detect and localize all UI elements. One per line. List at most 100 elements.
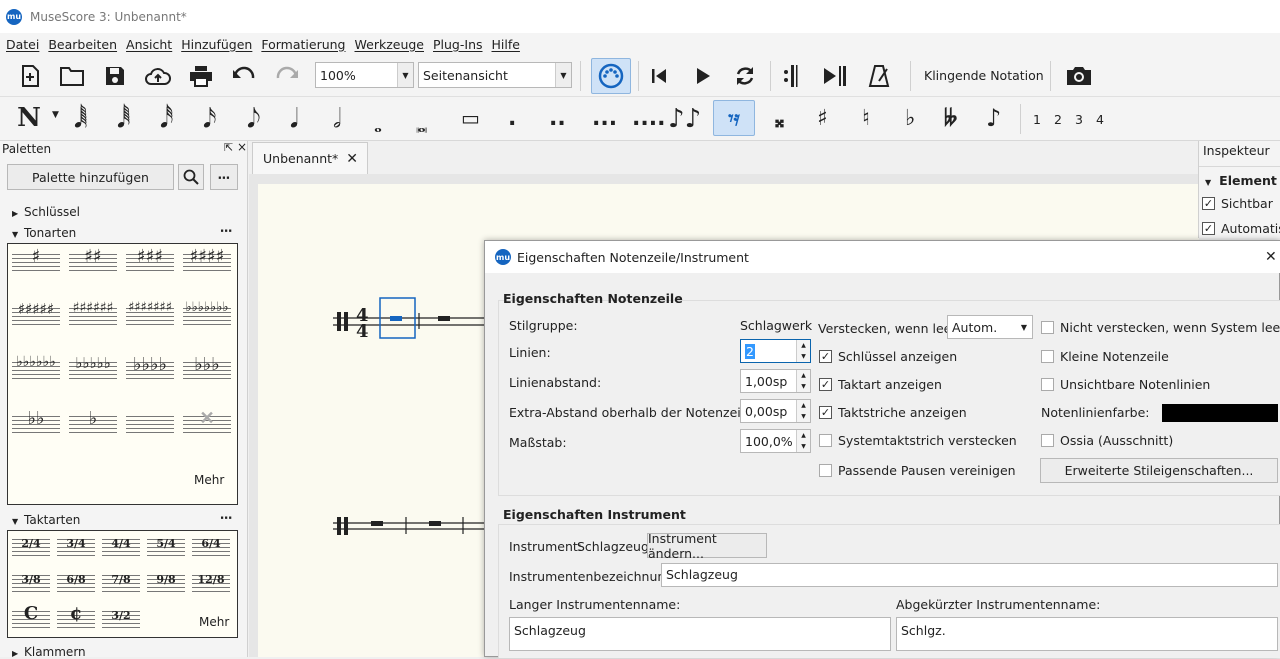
merge-rests-checkbox[interactable]: Passende Pausen vereinigen — [819, 463, 1016, 478]
visible-checkbox[interactable]: ✓ Sichtbar — [1202, 196, 1273, 211]
timesig-5-4[interactable]: 5/4 — [145, 533, 187, 563]
dont-hide-if-system-empty-checkbox[interactable]: Nicht verstecken, wenn System leer ist — [1041, 320, 1280, 335]
keysig-c-major[interactable] — [124, 410, 176, 440]
inspector-section-element[interactable]: ▼ Element — [1205, 173, 1277, 188]
menu-hilfe[interactable]: Hilfe — [492, 37, 520, 52]
keysig-2-flats[interactable]: ♭♭ — [10, 408, 62, 440]
section-menu-icon[interactable]: ⋯ — [220, 510, 233, 525]
camera-icon[interactable] — [1062, 59, 1096, 93]
undock-icon[interactable]: ⇱ — [224, 141, 233, 154]
note-longa-icon[interactable]: ▭ — [461, 106, 480, 130]
sharp-icon[interactable]: ♯ — [817, 106, 828, 131]
scale-spinbox[interactable]: 100,0% ▲ ▼ — [740, 429, 811, 453]
note-breve-icon[interactable]: 𝅜 — [416, 106, 427, 144]
chevron-down-icon[interactable]: ▼ — [52, 110, 59, 120]
lines-spinbox[interactable]: 2 ▲ ▼ — [740, 339, 811, 363]
keysig-5-sharps[interactable]: ♯♯♯♯♯ — [10, 300, 62, 332]
auto-place-checkbox[interactable]: ✓ Automatis — [1202, 221, 1280, 236]
note-64th-icon[interactable]: 𝅘𝅥𝅲 — [74, 100, 88, 138]
close-icon[interactable]: ✕ — [346, 151, 358, 167]
keysig-4-flats[interactable]: ♭♭♭♭ — [124, 354, 176, 386]
score-tab[interactable]: Unbenannt* ✕ — [252, 142, 368, 174]
timesig-2-4[interactable]: 2/4 — [10, 533, 52, 563]
small-staff-checkbox[interactable]: Kleine Notenzeile — [1041, 349, 1169, 364]
staff-line-color-swatch[interactable] — [1162, 404, 1278, 422]
spinner-arrows-icon[interactable]: ▲ ▼ — [796, 370, 810, 392]
timesig-7-8[interactable]: 7/8 — [100, 569, 142, 599]
keysig-6-sharps[interactable]: ♯♯♯♯♯♯ — [67, 300, 119, 332]
timesig-6-8[interactable]: 6/8 — [55, 569, 97, 599]
add-palette-button[interactable]: Palette hinzufügen — [7, 164, 174, 190]
menu-werkzeuge[interactable]: Werkzeuge — [355, 37, 425, 52]
timesig-9-8[interactable]: 9/8 — [145, 569, 187, 599]
keysig-4-sharps[interactable]: ♯♯♯♯ — [181, 246, 233, 278]
show-timesig-checkbox[interactable]: ✓ Taktart anzeigen — [819, 377, 942, 392]
menu-hinzufuegen[interactable]: Hinzufügen — [181, 37, 252, 52]
cloud-upload-icon[interactable] — [141, 59, 175, 93]
hide-system-barline-checkbox[interactable]: Systemtaktstrich verstecken — [819, 433, 1017, 448]
palette-section-clefs[interactable]: ▶ Schlüssel — [12, 205, 80, 219]
note-32nd-icon[interactable]: 𝅘𝅥𝅱 — [117, 100, 131, 138]
rest-icon[interactable]: 𝄾𝄿 — [713, 100, 755, 136]
timesig-3-4[interactable]: 3/4 — [55, 533, 97, 563]
timesig-12-8[interactable]: 12/8 — [190, 569, 232, 599]
timesig-3-2[interactable]: 3/2 — [100, 605, 142, 635]
play-repeats-icon[interactable] — [774, 59, 808, 93]
new-file-icon[interactable] — [13, 59, 47, 93]
quadruple-dot-icon[interactable]: .... — [632, 106, 665, 131]
concert-pitch-toggle[interactable]: Klingende Notation — [924, 68, 1044, 83]
double-dot-icon[interactable]: .. — [549, 106, 566, 131]
open-folder-icon[interactable] — [55, 59, 89, 93]
note-half-icon[interactable]: 𝅗𝅥 — [333, 100, 341, 138]
keysig-3-flats[interactable]: ♭♭♭ — [181, 354, 233, 386]
midi-input-icon[interactable] — [591, 58, 631, 94]
double-sharp-icon[interactable]: 𝄪 — [775, 108, 784, 132]
note-whole-icon[interactable]: 𝅝 — [374, 106, 382, 144]
menu-datei[interactable]: Datei — [6, 37, 39, 52]
menu-bearbeiten[interactable]: Bearbeiten — [48, 37, 117, 52]
menu-formatierung[interactable]: Formatierung — [261, 37, 345, 52]
short-name-input[interactable]: Schlgz. — [896, 617, 1278, 651]
zoom-combo[interactable]: 100% ▼ — [315, 62, 414, 88]
ossia-checkbox[interactable]: Ossia (Ausschnitt) — [1041, 433, 1173, 448]
search-icon[interactable] — [178, 164, 204, 190]
voice-1-button[interactable]: 1 — [1033, 112, 1041, 127]
menu-ansicht[interactable]: Ansicht — [126, 37, 172, 52]
keysig-7-sharps[interactable]: ♯♯♯♯♯♯♯ — [124, 300, 176, 332]
timesig-cut[interactable]: ¢ — [55, 603, 97, 635]
keysig-1-flat[interactable]: ♭ — [67, 408, 119, 440]
spinner-arrows-icon[interactable]: ▲ ▼ — [796, 400, 810, 422]
natural-icon[interactable]: ♮ — [862, 106, 870, 131]
more-options-icon[interactable]: ⋯ — [210, 164, 238, 190]
keysig-6-flats[interactable]: ♭♭♭♭♭♭ — [10, 354, 62, 386]
timesig-3-8[interactable]: 3/8 — [10, 569, 52, 599]
timesig-4-4[interactable]: 4/4 — [100, 533, 142, 563]
close-icon[interactable]: ✕ — [1265, 249, 1277, 265]
designation-input[interactable]: Schlagzeug — [661, 563, 1278, 587]
timesig-6-4[interactable]: 6/4 — [190, 533, 232, 563]
palette-section-timesig[interactable]: ▼ Taktarten — [12, 513, 80, 527]
save-icon[interactable] — [98, 59, 132, 93]
keysig-open[interactable]: ✕ — [181, 408, 233, 440]
voice-4-button[interactable]: 4 — [1096, 112, 1104, 127]
play-icon[interactable] — [686, 59, 720, 93]
rewind-icon[interactable] — [642, 59, 676, 93]
hide-when-empty-combo[interactable]: Autom. ▼ — [947, 315, 1033, 339]
spinner-arrows-icon[interactable]: ▲ ▼ — [796, 340, 810, 362]
extra-distance-spinbox[interactable]: 0,00sp ▲ ▼ — [740, 399, 811, 423]
dot-icon[interactable]: . — [508, 106, 516, 131]
undo-icon[interactable] — [227, 59, 261, 93]
show-barlines-checkbox[interactable]: ✓ Taktstriche anzeigen — [819, 405, 967, 420]
metronome-icon[interactable] — [862, 59, 896, 93]
keysig-3-sharps[interactable]: ♯♯♯ — [124, 246, 176, 278]
menu-plugins[interactable]: Plug-Ins — [433, 37, 483, 52]
tie-icon[interactable]: ♪♪ — [668, 104, 701, 134]
voice-3-button[interactable]: 3 — [1075, 112, 1083, 127]
invisible-staff-lines-checkbox[interactable]: Unsichtbare Notenlinien — [1041, 377, 1210, 392]
note-input-mode-icon[interactable]: N — [12, 101, 46, 135]
note-eighth-icon[interactable]: 𝅘𝅥𝅯 — [203, 100, 217, 138]
timesig-common[interactable]: C — [10, 603, 52, 635]
double-flat-icon[interactable]: 𝄫 — [944, 106, 957, 131]
loop-icon[interactable] — [728, 59, 762, 93]
advanced-style-properties-button[interactable]: Erweiterte Stileigenschaften... — [1040, 458, 1278, 483]
